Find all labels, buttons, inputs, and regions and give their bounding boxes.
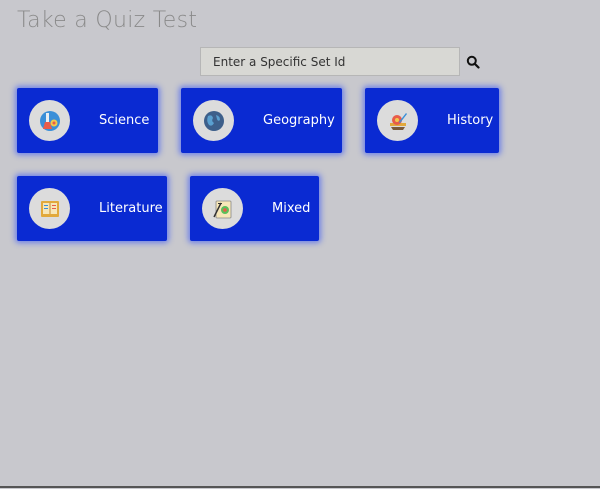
category-label: Geography	[263, 113, 335, 128]
category-label: Science	[99, 113, 150, 128]
category-label: History	[447, 113, 494, 128]
book-icon	[29, 188, 70, 229]
category-card-literature[interactable]: Literature	[17, 176, 167, 241]
divider	[0, 486, 600, 488]
search-bar	[200, 47, 480, 76]
history-icon	[377, 100, 418, 141]
globe-icon	[193, 100, 234, 141]
category-card-science[interactable]: Science	[17, 88, 158, 153]
category-card-history[interactable]: History	[365, 88, 499, 153]
category-label: Literature	[99, 201, 163, 216]
search-icon[interactable]	[466, 55, 480, 69]
page-title: Take a Quiz Test	[17, 8, 198, 33]
mixed-icon	[202, 188, 243, 229]
category-label: Mixed	[272, 201, 311, 216]
set-id-search-input[interactable]	[200, 47, 460, 76]
category-card-geography[interactable]: Geography	[181, 88, 342, 153]
science-icon	[29, 100, 70, 141]
category-card-mixed[interactable]: Mixed	[190, 176, 319, 241]
